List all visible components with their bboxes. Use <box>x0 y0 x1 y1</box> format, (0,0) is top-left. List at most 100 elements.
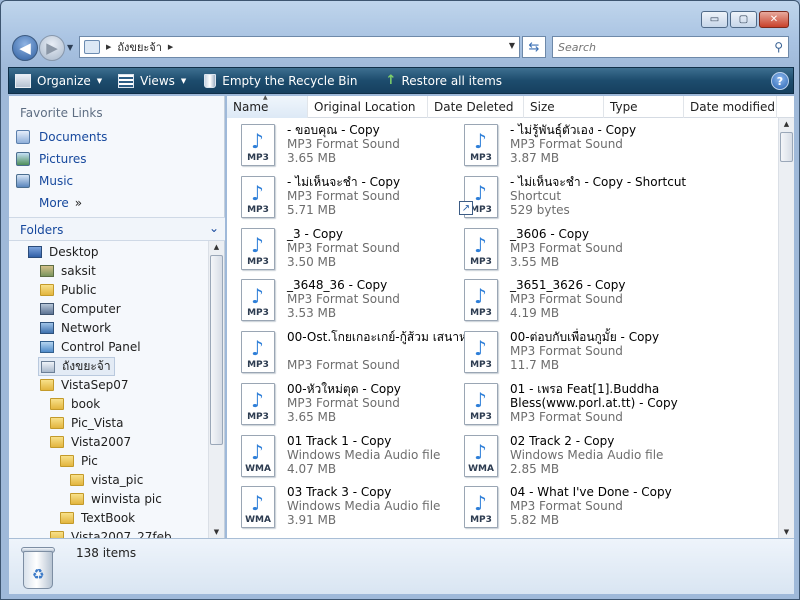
file-list-scrollbar[interactable]: ▲ ▼ <box>778 118 794 538</box>
minimize-button[interactable]: ▭ <box>701 11 728 28</box>
views-label: Views <box>140 73 175 88</box>
search-input[interactable] <box>558 40 758 54</box>
recent-pages-dropdown[interactable]: ▼ <box>67 43 73 52</box>
file-item[interactable]: ♪ MP3 00-ต่อบกับเพื่อนกูมั้ย - Copy MP3 For… <box>464 327 704 377</box>
tree-item-label: Control Panel <box>61 340 141 354</box>
tree-item-recycle-bin[interactable]: ถังขยะจ้า <box>38 357 115 376</box>
file-item[interactable]: ♪ MP3 01 - เพรอ Feat[1].Buddha Bless(www.p… <box>464 379 704 429</box>
maximize-button[interactable]: ▢ <box>730 11 757 28</box>
organize-icon <box>15 73 31 88</box>
file-name: _3648_36 - Copy <box>287 278 388 292</box>
fav-link-documents[interactable]: Documents <box>16 130 107 144</box>
mp3-file-icon: ♪ MP3 ↗ <box>459 176 498 218</box>
search-icon[interactable]: ⚲ <box>774 40 783 54</box>
file-item[interactable]: ♪ MP3 _3606 - Copy MP3 Format Sound 3.55 MB <box>464 224 704 274</box>
refresh-button[interactable]: ⇆ <box>522 36 546 58</box>
file-item[interactable]: ♪ MP3 _3651_3626 - Copy MP3 Format Sound 4.1… <box>464 275 704 325</box>
file-item[interactable]: ♪ MP3 - ไม่เห็นจะชำ - Copy MP3 Format Sound… <box>241 172 481 222</box>
tree-item-public[interactable]: Public <box>40 283 97 297</box>
file-name: 01 Track 1 - Copy <box>287 434 392 448</box>
back-button[interactable]: ◀ <box>12 35 38 61</box>
column-header-type[interactable]: Type <box>604 96 684 118</box>
tree-item-network[interactable]: Network <box>40 321 111 335</box>
file-item[interactable]: ♪ WMA 01 Track 1 - Copy Windows Media Audio… <box>241 431 481 481</box>
search-box[interactable]: ⚲ <box>552 36 789 58</box>
scroll-up-icon[interactable]: ▲ <box>779 120 794 128</box>
file-item[interactable]: ♪ MP3 04 - What I've Done - Copy MP3 Format… <box>464 482 704 532</box>
forward-button[interactable]: ▶ <box>39 35 65 61</box>
file-item[interactable]: ♪ WMA 03 Track 3 - Copy Windows Media Audio… <box>241 482 481 532</box>
file-type: Windows Media Audio file <box>287 499 441 513</box>
tree-item-vistasep07[interactable]: VistaSep07 <box>40 378 128 392</box>
file-item[interactable]: ♪ MP3 _3 - Copy MP3 Format Sound 3.50 MB <box>241 224 481 274</box>
column-header-date-deleted[interactable]: Date Deleted <box>428 96 524 118</box>
tree-item-control-panel[interactable]: Control Panel <box>40 340 141 354</box>
item-count: 138 items <box>76 546 137 560</box>
close-button[interactable]: ✕ <box>759 11 789 28</box>
file-item[interactable]: ♪ MP3 00-Ost.โกยเกอะเกย์-กู้ส้วม เสนาหอย MP… <box>241 327 481 377</box>
breadcrumb-arrow-icon[interactable]: ▶ <box>168 43 173 51</box>
mp3-file-icon: ♪ MP3 <box>241 383 275 425</box>
scroll-thumb[interactable] <box>780 132 793 162</box>
file-item[interactable]: ♪ WMA 02 Track 2 - Copy Windows Media Audio… <box>464 431 704 481</box>
address-bar[interactable]: ▶ ถังขยะจ้า ▶ ▼ <box>79 36 520 58</box>
restore-arrow-icon: ↑ <box>385 72 397 88</box>
tree-item-computer[interactable]: Computer <box>40 302 121 316</box>
column-header-date-modified[interactable]: Date modified <box>684 96 777 118</box>
tree-item-saksit[interactable]: saksit <box>40 264 96 278</box>
file-item[interactable]: ♪ MP3 ↗ - ไม่เห็นจะชำ - Copy - Shortcut Shor… <box>459 172 704 222</box>
file-type: MP3 Format Sound <box>510 137 623 151</box>
folders-header[interactable]: Folders ⌄ <box>9 217 225 241</box>
views-button[interactable]: Views ▼ <box>112 68 192 93</box>
restore-all-button[interactable]: ↑ Restore all items <box>379 68 508 93</box>
desktop-icon <box>28 246 42 258</box>
file-size: 3.91 MB <box>287 513 337 527</box>
fav-link-music[interactable]: Music <box>16 174 73 188</box>
file-size: 3.50 MB <box>287 255 337 269</box>
scroll-down-icon[interactable]: ▼ <box>209 528 224 536</box>
tree-item-book[interactable]: book <box>50 397 100 411</box>
file-item[interactable]: ♪ MP3 00-หัวใหม่ตุด - Copy MP3 Format Sound… <box>241 379 481 429</box>
file-item[interactable]: ♪ MP3 - ขอบคุณ - Copy MP3 Format Sound 3.65 … <box>241 120 481 170</box>
column-header-original-location[interactable]: Original Location <box>308 96 428 118</box>
column-header-size[interactable]: Size <box>524 96 604 118</box>
column-header-name[interactable]: ▲ Name <box>227 94 308 118</box>
organize-button[interactable]: Organize ▼ <box>9 68 108 93</box>
tree-item-vista2007-27feb[interactable]: Vista2007_27feb <box>50 530 172 538</box>
column-label: Date modified <box>690 100 776 114</box>
address-dropdown-icon[interactable]: ▼ <box>509 41 515 50</box>
recycle-bin-icon <box>84 40 100 54</box>
scroll-thumb[interactable] <box>210 255 223 445</box>
file-type: Shortcut <box>510 189 562 203</box>
tree-item-vista2007[interactable]: Vista2007 <box>50 435 131 449</box>
fav-link-pictures[interactable]: Pictures <box>16 152 87 166</box>
tree-item-winvista-pic[interactable]: winvista pic <box>70 492 162 506</box>
file-size: 11.7 MB <box>510 358 560 372</box>
file-name: 00-Ost.โกยเกอะเกย์-กู้ส้วม เสนาหอย <box>287 330 482 344</box>
scroll-up-icon[interactable]: ▲ <box>209 243 224 251</box>
mp3-file-icon: ♪ MP3 <box>241 279 275 321</box>
help-button[interactable]: ? <box>771 72 789 90</box>
folder-icon <box>50 436 64 448</box>
folder-icon <box>60 455 74 467</box>
tree-item-textbook[interactable]: TextBook <box>60 511 135 525</box>
breadcrumb-arrow-icon[interactable]: ▶ <box>106 43 111 51</box>
file-size: 3.65 MB <box>287 151 337 165</box>
tree-item-pic-vista[interactable]: Pic_Vista <box>50 416 124 430</box>
folder-tree: Desktop saksit Public Computer Network C… <box>9 241 209 538</box>
tree-item-desktop[interactable]: Desktop <box>28 245 99 259</box>
file-type: MP3 Format Sound <box>510 292 623 306</box>
file-item[interactable]: ♪ MP3 - ไม่รู้พันธุ์ตัวเอง - Copy MP3 Forma… <box>464 120 704 170</box>
tree-item-vista-pic[interactable]: vista_pic <box>70 473 143 487</box>
tree-item-pic[interactable]: Pic <box>60 454 98 468</box>
mp3-file-icon: ♪ MP3 <box>464 124 498 166</box>
scroll-down-icon[interactable]: ▼ <box>779 528 794 536</box>
file-type: MP3 Format Sound <box>287 292 400 306</box>
empty-recycle-bin-button[interactable]: Empty the Recycle Bin <box>198 68 363 93</box>
folder-tree-scrollbar[interactable]: ▲ ▼ <box>208 241 224 538</box>
file-name: 02 Track 2 - Copy <box>510 434 615 448</box>
breadcrumb-recycle-bin[interactable]: ถังขยะจ้า <box>117 38 162 56</box>
fav-more-link[interactable]: More » <box>39 196 82 210</box>
tree-item-label: winvista pic <box>91 492 162 506</box>
file-item[interactable]: ♪ MP3 _3648_36 - Copy MP3 Format Sound 3.53 … <box>241 275 481 325</box>
